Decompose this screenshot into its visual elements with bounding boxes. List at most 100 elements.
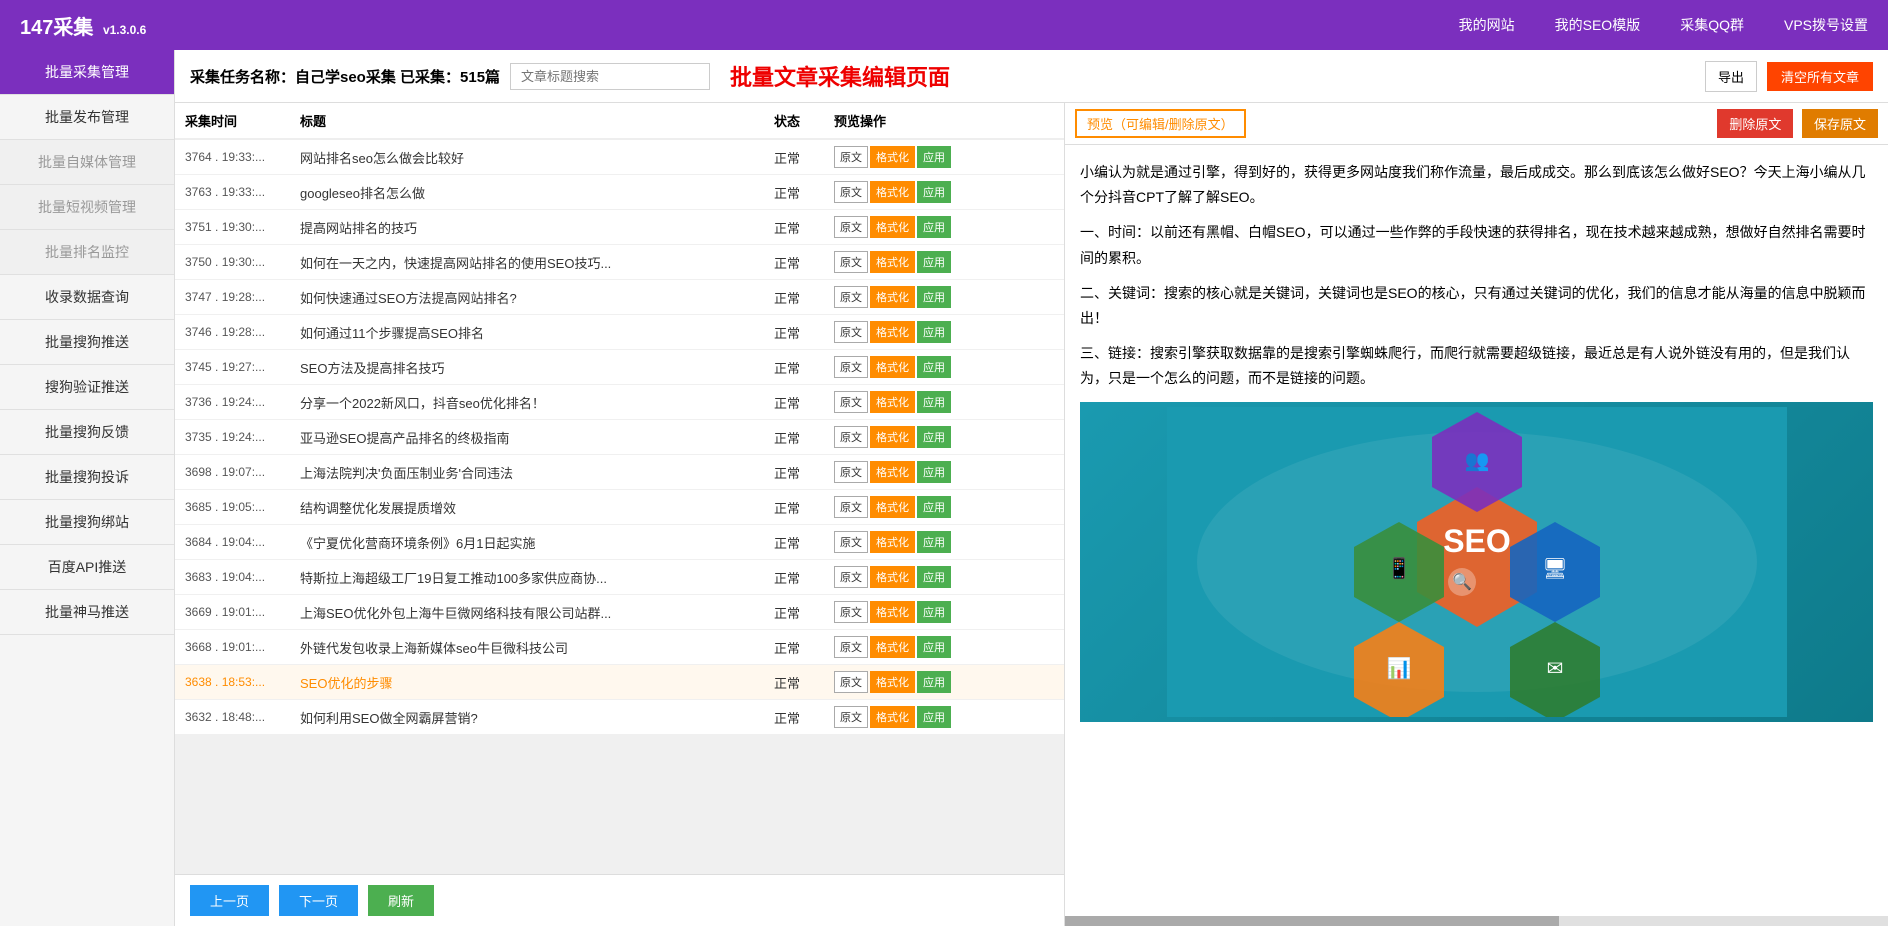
sidebar-item-record-query[interactable]: 收录数据查询 xyxy=(0,275,174,320)
btn-apply[interactable]: 应用 xyxy=(917,636,951,658)
btn-orig[interactable]: 原文 xyxy=(834,496,868,518)
btn-format[interactable]: 格式化 xyxy=(870,146,915,168)
nav-seo-template[interactable]: 我的SEO模版 xyxy=(1555,15,1641,35)
btn-orig[interactable]: 原文 xyxy=(834,356,868,378)
btn-apply[interactable]: 应用 xyxy=(917,356,951,378)
table-row[interactable]: 3745 . 19:27:... SEO方法及提高排名技巧 正常 原文 格式化 … xyxy=(175,350,1064,385)
delete-orig-button[interactable]: 删除原文 xyxy=(1717,109,1793,138)
btn-format[interactable]: 格式化 xyxy=(870,706,915,728)
clear-all-button[interactable]: 清空所有文章 xyxy=(1767,62,1873,91)
btn-format[interactable]: 格式化 xyxy=(870,251,915,273)
btn-orig[interactable]: 原文 xyxy=(834,601,868,623)
btn-apply[interactable]: 应用 xyxy=(917,321,951,343)
row-actions: 原文 格式化 应用 xyxy=(834,286,1054,308)
btn-format[interactable]: 格式化 xyxy=(870,531,915,553)
sidebar-item-publish[interactable]: 批量发布管理 xyxy=(0,95,174,140)
sidebar-item-baidu-api[interactable]: 百度API推送 xyxy=(0,545,174,590)
search-input[interactable] xyxy=(510,63,710,90)
row-title: 如何在一天之内，快速提高网站排名的使用SEO技巧... xyxy=(300,253,774,272)
btn-format[interactable]: 格式化 xyxy=(870,181,915,203)
btn-format[interactable]: 格式化 xyxy=(870,461,915,483)
btn-apply[interactable]: 应用 xyxy=(917,461,951,483)
btn-orig[interactable]: 原文 xyxy=(834,146,868,168)
btn-orig[interactable]: 原文 xyxy=(834,321,868,343)
table-row[interactable]: 3668 . 19:01:... 外链代发包收录上海新媒体seo牛巨微科技公司 … xyxy=(175,630,1064,665)
btn-orig[interactable]: 原文 xyxy=(834,181,868,203)
btn-format[interactable]: 格式化 xyxy=(870,671,915,693)
sidebar-item-collect[interactable]: 批量采集管理 xyxy=(0,50,174,95)
preview-scrollbar-thumb[interactable] xyxy=(1065,916,1559,926)
btn-orig[interactable]: 原文 xyxy=(834,286,868,308)
next-page-button[interactable]: 下一页 xyxy=(279,885,358,916)
btn-apply[interactable]: 应用 xyxy=(917,216,951,238)
row-time: 3751 . 19:30:... xyxy=(185,220,300,234)
nav-mysite[interactable]: 我的网站 xyxy=(1459,15,1515,35)
sidebar-item-shenmapush[interactable]: 批量神马推送 xyxy=(0,590,174,635)
table-row[interactable]: 3746 . 19:28:... 如何通过11个步骤提高SEO排名 正常 原文 … xyxy=(175,315,1064,350)
row-time: 3668 . 19:01:... xyxy=(185,640,300,654)
sidebar-item-sougou-feedback[interactable]: 批量搜狗反馈 xyxy=(0,410,174,455)
btn-format[interactable]: 格式化 xyxy=(870,286,915,308)
btn-orig[interactable]: 原文 xyxy=(834,391,868,413)
table-row[interactable]: 3751 . 19:30:... 提高网站排名的技巧 正常 原文 格式化 应用 xyxy=(175,210,1064,245)
sidebar-item-sougou-verify[interactable]: 搜狗验证推送 xyxy=(0,365,174,410)
table-row[interactable]: 3669 . 19:01:... 上海SEO优化外包上海牛巨微网络科技有限公司站… xyxy=(175,595,1064,630)
btn-orig[interactable]: 原文 xyxy=(834,461,868,483)
btn-apply[interactable]: 应用 xyxy=(917,391,951,413)
btn-apply[interactable]: 应用 xyxy=(917,286,951,308)
btn-apply[interactable]: 应用 xyxy=(917,531,951,553)
btn-apply[interactable]: 应用 xyxy=(917,566,951,588)
btn-apply[interactable]: 应用 xyxy=(917,706,951,728)
btn-format[interactable]: 格式化 xyxy=(870,391,915,413)
table-row[interactable]: 3747 . 19:28:... 如何快速通过SEO方法提高网站排名? 正常 原… xyxy=(175,280,1064,315)
table-row[interactable]: 3764 . 19:33:... 网站排名seo怎么做会比较好 正常 原文 格式… xyxy=(175,140,1064,175)
btn-orig[interactable]: 原文 xyxy=(834,566,868,588)
table-row[interactable]: 3632 . 18:48:... 如何利用SEO做全网霸屏营销? 正常 原文 格… xyxy=(175,700,1064,735)
table-row[interactable]: 3684 . 19:04:... 《宁夏优化营商环境条例》6月1日起实施 正常 … xyxy=(175,525,1064,560)
nav-vps[interactable]: VPS拨号设置 xyxy=(1784,15,1868,35)
sidebar-item-sougou-push[interactable]: 批量搜狗推送 xyxy=(0,320,174,365)
btn-format[interactable]: 格式化 xyxy=(870,216,915,238)
table-row[interactable]: 3735 . 19:24:... 亚马逊SEO提高产品排名的终极指南 正常 原文… xyxy=(175,420,1064,455)
preview-content[interactable]: 小编认为就是通过引擎，得到好的，获得更多网站度我们称作流量，最后成成交。那么到底… xyxy=(1065,145,1888,916)
table-row[interactable]: 3698 . 19:07:... 上海法院判决'负面压制业务'合同违法 正常 原… xyxy=(175,455,1064,490)
table-row[interactable]: 3736 . 19:24:... 分享一个2022新风口，抖音seo优化排名！ … xyxy=(175,385,1064,420)
btn-orig[interactable]: 原文 xyxy=(834,636,868,658)
btn-orig[interactable]: 原文 xyxy=(834,671,868,693)
btn-apply[interactable]: 应用 xyxy=(917,251,951,273)
btn-format[interactable]: 格式化 xyxy=(870,566,915,588)
sidebar-item-rank-monitor: 批量排名监控 xyxy=(0,230,174,275)
export-button[interactable]: 导出 xyxy=(1705,61,1757,92)
btn-apply[interactable]: 应用 xyxy=(917,601,951,623)
btn-orig[interactable]: 原文 xyxy=(834,426,868,448)
nav-qq-group[interactable]: 采集QQ群 xyxy=(1680,15,1744,35)
btn-orig[interactable]: 原文 xyxy=(834,531,868,553)
btn-apply[interactable]: 应用 xyxy=(917,146,951,168)
table-row[interactable]: 3750 . 19:30:... 如何在一天之内，快速提高网站排名的使用SEO技… xyxy=(175,245,1064,280)
btn-apply[interactable]: 应用 xyxy=(917,496,951,518)
btn-orig[interactable]: 原文 xyxy=(834,216,868,238)
btn-apply[interactable]: 应用 xyxy=(917,181,951,203)
preview-label[interactable]: 预览（可编辑/删除原文） xyxy=(1075,109,1246,138)
table-row[interactable]: 3685 . 19:05:... 结构调整优化发展提质增效 正常 原文 格式化 … xyxy=(175,490,1064,525)
btn-apply[interactable]: 应用 xyxy=(917,426,951,448)
btn-format[interactable]: 格式化 xyxy=(870,356,915,378)
btn-orig[interactable]: 原文 xyxy=(834,251,868,273)
sidebar-item-sougou-complaint[interactable]: 批量搜狗投诉 xyxy=(0,455,174,500)
logo: 147采集 v1.3.0.6 xyxy=(20,11,146,40)
btn-format[interactable]: 格式化 xyxy=(870,321,915,343)
btn-format[interactable]: 格式化 xyxy=(870,496,915,518)
table-row[interactable]: 3763 . 19:33:... googleseo排名怎么做 正常 原文 格式… xyxy=(175,175,1064,210)
table-row[interactable]: 3683 . 19:04:... 特斯拉上海超级工厂19日复工推动100多家供应… xyxy=(175,560,1064,595)
btn-orig[interactable]: 原文 xyxy=(834,706,868,728)
preview-scrollbar[interactable] xyxy=(1065,916,1888,926)
table-row[interactable]: 3638 . 18:53:... SEO优化的步骤 正常 原文 格式化 应用 xyxy=(175,665,1064,700)
btn-apply[interactable]: 应用 xyxy=(917,671,951,693)
btn-format[interactable]: 格式化 xyxy=(870,601,915,623)
btn-format[interactable]: 格式化 xyxy=(870,636,915,658)
sidebar-item-sougou-bind[interactable]: 批量搜狗绑站 xyxy=(0,500,174,545)
prev-page-button[interactable]: 上一页 xyxy=(190,885,269,916)
btn-format[interactable]: 格式化 xyxy=(870,426,915,448)
save-orig-button[interactable]: 保存原文 xyxy=(1802,109,1878,138)
refresh-button[interactable]: 刷新 xyxy=(368,885,434,916)
